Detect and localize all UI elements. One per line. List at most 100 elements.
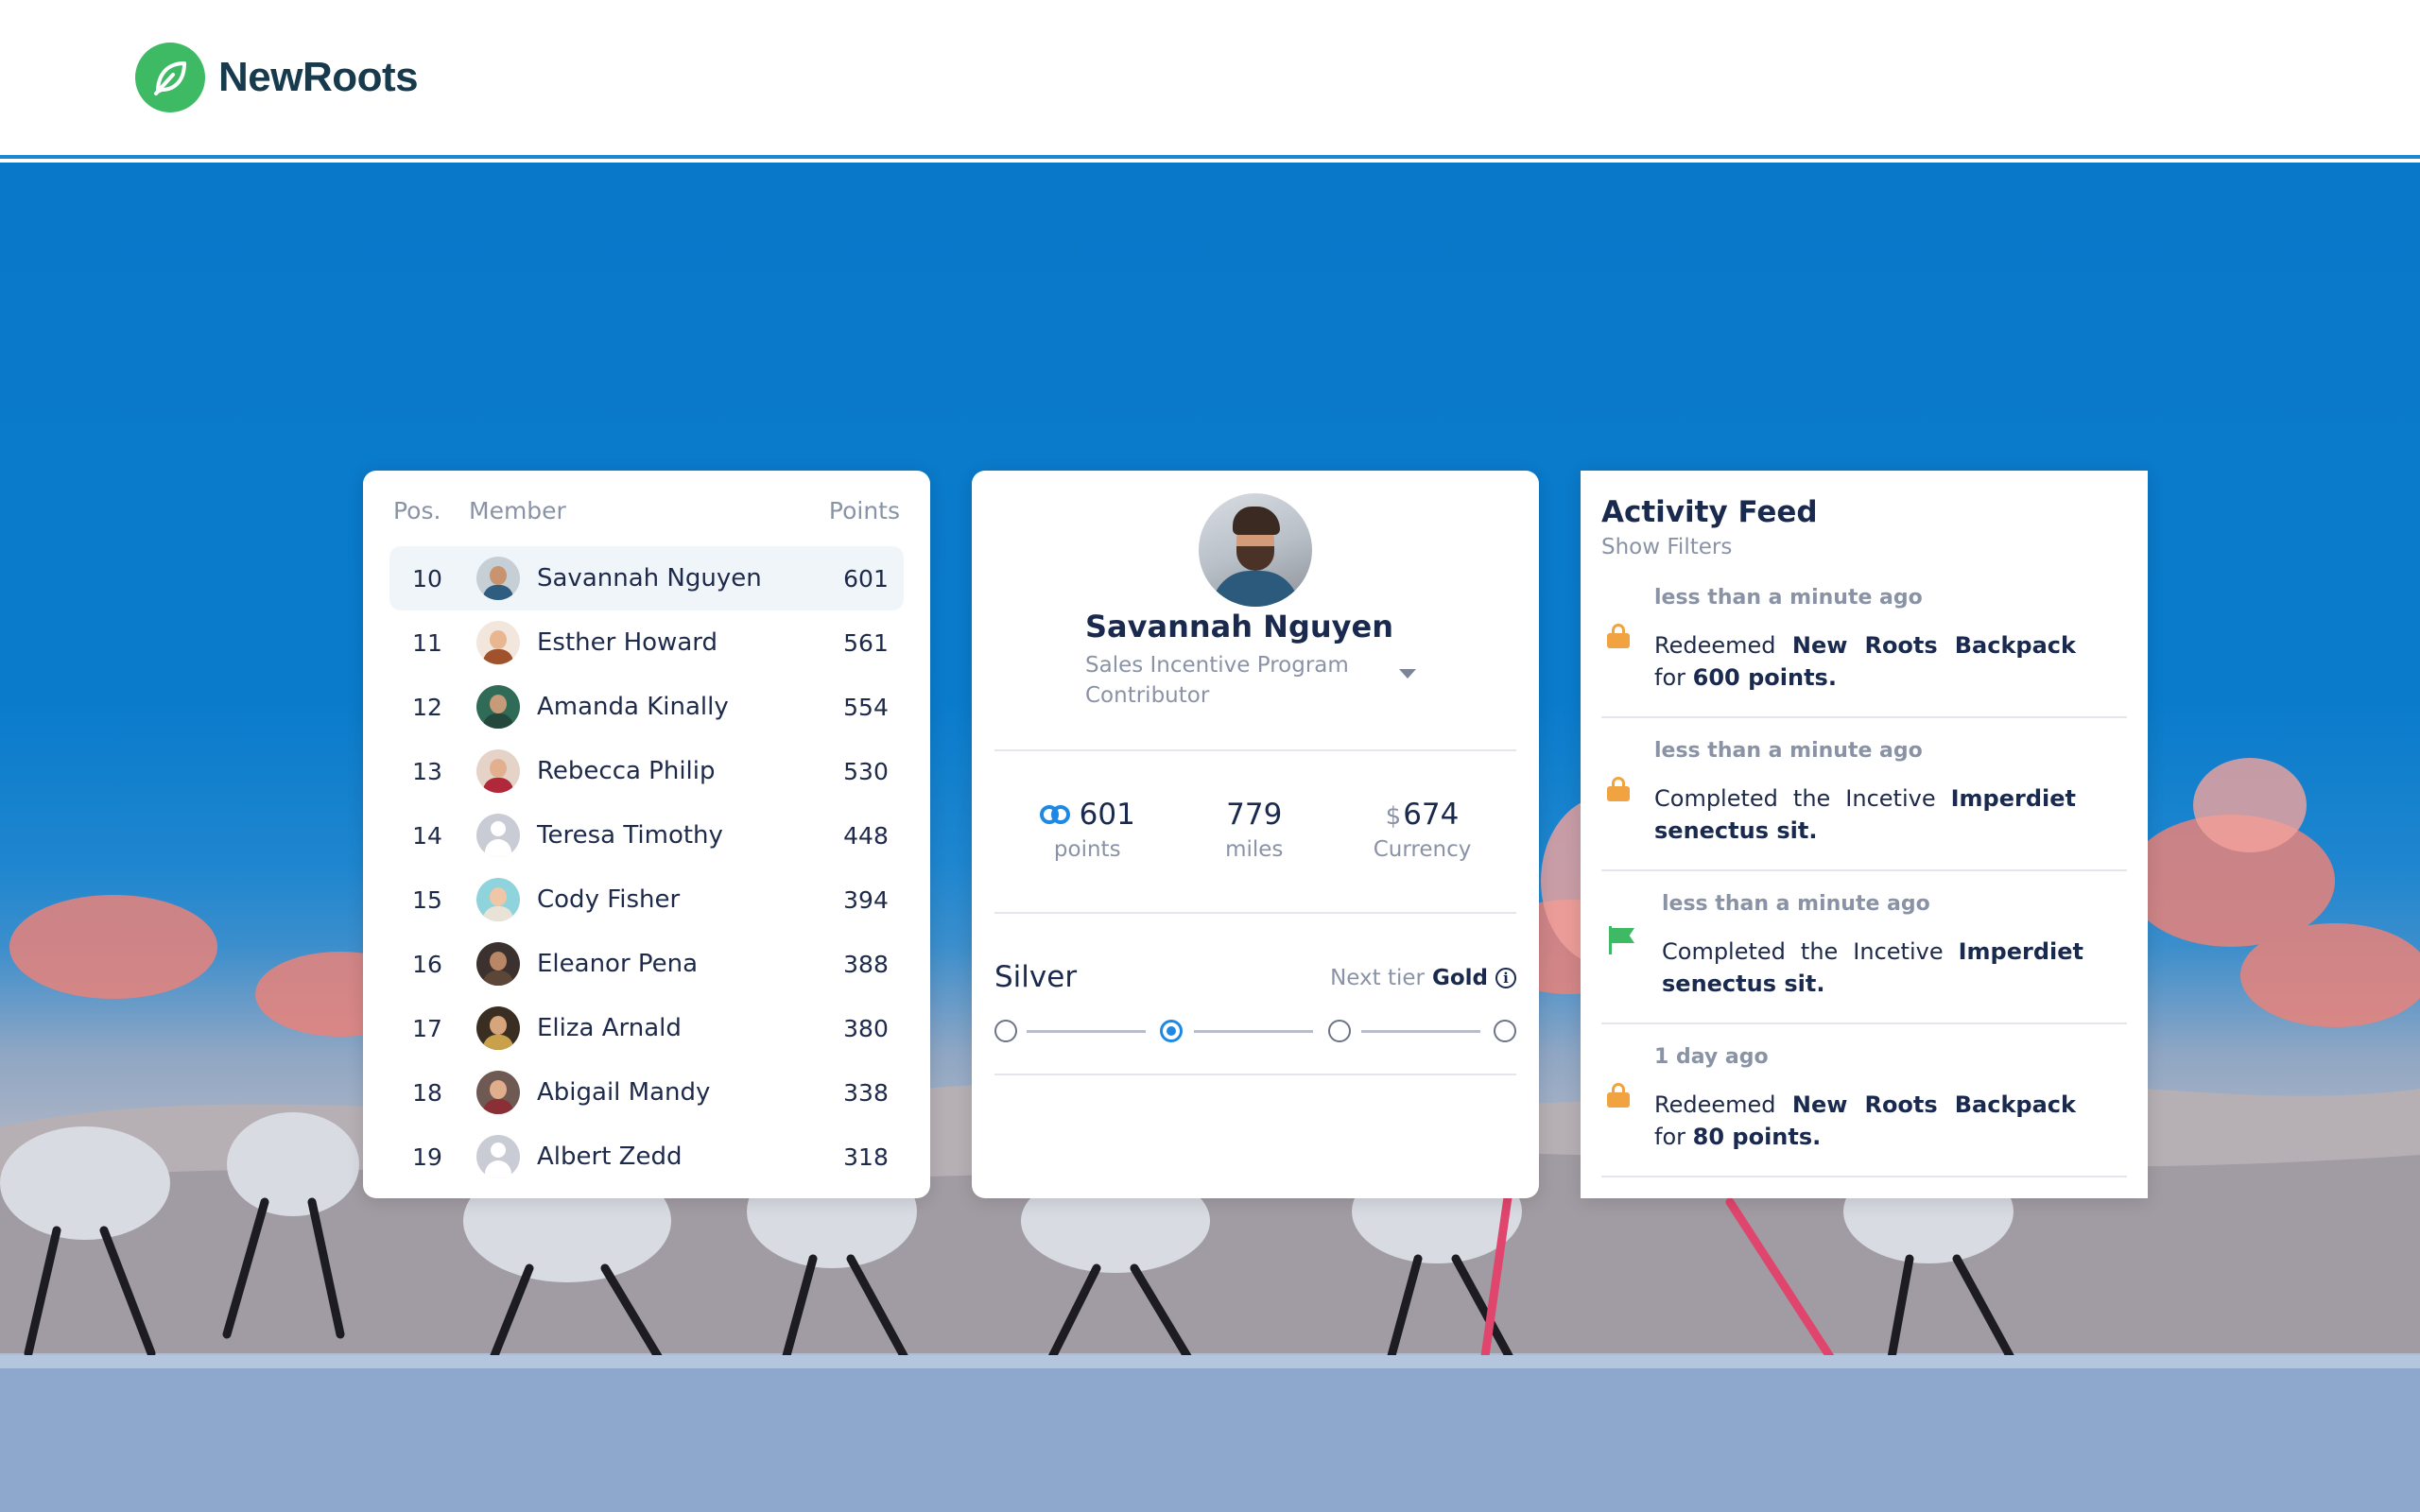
profile-card: Savannah Nguyen Sales Incentive Program … <box>972 471 1539 1198</box>
leaderboard-row[interactable]: 13 Rebecca Philip 530 <box>389 739 904 803</box>
row-points: 380 <box>843 1014 889 1042</box>
tier-connector <box>1194 1030 1313 1033</box>
stat-miles: 779 miles <box>1225 798 1283 862</box>
avatar-placeholder-icon <box>476 1135 520 1178</box>
tier-next: Next tier Gold i <box>1330 966 1516 990</box>
row-pos: 19 <box>412 1143 442 1171</box>
row-points: 448 <box>843 821 889 850</box>
avatar <box>476 685 520 729</box>
row-pos: 18 <box>412 1078 442 1107</box>
row-name: Rebecca Philip <box>537 757 716 785</box>
feed-item-time: 1 day ago <box>1654 1045 1769 1069</box>
profile-stats: 601 points 779 miles $ 674 Currency <box>994 798 1516 862</box>
feed-item-time: less than a minute ago <box>1654 739 1923 763</box>
leaderboard-header: Pos. Member Points <box>363 497 930 535</box>
brand-logo[interactable]: NewRoots <box>135 43 419 112</box>
row-name: Albert Zedd <box>537 1143 683 1171</box>
feed-title: Activity Feed <box>1601 495 1818 529</box>
feed-item: less than a minute ago Completed the Inc… <box>1601 735 2127 871</box>
tier-current: Silver <box>994 960 1078 994</box>
avatar <box>476 878 520 921</box>
feed-item: less than a minute ago Redeemed New Root… <box>1601 582 2127 718</box>
avatar <box>476 942 520 986</box>
leaderboard-row-current-user[interactable]: 10 Savannah Nguyen 601 <box>389 546 904 610</box>
tier-step <box>994 1020 1017 1042</box>
stat-currency-value: 674 <box>1403 798 1460 832</box>
tier-step-current <box>1160 1020 1183 1042</box>
stat-points: 601 points <box>1039 798 1135 862</box>
tier-progress-track <box>994 1017 1516 1045</box>
row-name: Teresa Timothy <box>537 821 723 850</box>
stat-points-value: 601 <box>1079 798 1135 832</box>
row-pos: 10 <box>412 564 442 593</box>
leaderboard-row[interactable]: 19 Albert Zedd 318 <box>389 1125 904 1189</box>
row-name: Esther Howard <box>537 628 717 657</box>
leaderboard-row[interactable]: 16 Eleanor Pena 388 <box>389 932 904 996</box>
feed-item-text: Redeemed New Roots Backpack for 80 point… <box>1654 1091 2076 1150</box>
row-pos: 17 <box>412 1014 442 1042</box>
info-icon[interactable]: i <box>1495 968 1516 988</box>
row-name: Eleanor Pena <box>537 950 699 978</box>
row-points: 338 <box>843 1078 889 1107</box>
feed-item-time: less than a minute ago <box>1654 586 1923 610</box>
tier-next-name: Gold <box>1431 966 1488 990</box>
divider <box>994 1074 1516 1075</box>
row-name: Savannah Nguyen <box>537 564 762 593</box>
divider <box>994 912 1516 914</box>
feed-item-time: less than a minute ago <box>1662 892 1930 916</box>
avatar-placeholder-icon <box>476 814 520 857</box>
leaderboard-card: Pos. Member Points 10 Savannah Nguyen 60… <box>363 471 930 1198</box>
row-points: 318 <box>843 1143 889 1171</box>
leaderboard-row[interactable]: 17 Eliza Arnald 380 <box>389 996 904 1060</box>
feed-item: 1 day ago Redeemed New Roots Backpack fo… <box>1601 1041 2127 1177</box>
lock-icon <box>1607 777 1630 801</box>
stat-points-label: points <box>1053 837 1121 862</box>
chevron-down-icon[interactable] <box>1399 669 1416 679</box>
row-pos: 15 <box>412 885 442 914</box>
stat-currency-label: Currency <box>1373 837 1472 862</box>
leaderboard-row[interactable]: 15 Cody Fisher 394 <box>389 868 904 932</box>
tier-step <box>1328 1020 1351 1042</box>
row-points: 530 <box>843 757 889 785</box>
row-pos: 14 <box>412 821 442 850</box>
avatar <box>476 557 520 600</box>
stat-currency: $ 674 Currency <box>1374 798 1472 862</box>
brand-name: NewRoots <box>218 54 419 100</box>
leaderboard-row[interactable]: 11 Esther Howard 561 <box>389 610 904 675</box>
tier-connector <box>1361 1030 1480 1033</box>
leaderboard-row[interactable]: 14 Teresa Timothy 448 <box>389 803 904 868</box>
profile-name: Savannah Nguyen <box>1085 609 1393 644</box>
avatar <box>476 1071 520 1114</box>
row-name: Amanda Kinally <box>537 693 729 721</box>
top-bar: NewRoots <box>0 0 2420 159</box>
row-points: 554 <box>843 693 889 721</box>
avatar <box>476 1006 520 1050</box>
divider <box>994 749 1516 751</box>
avatar <box>476 621 520 664</box>
row-pos: 16 <box>412 950 442 978</box>
tier-row: Silver Next tier Gold i <box>994 960 1516 998</box>
feed-item-text: Completed the Incetive Imperdiet senectu… <box>1654 785 2076 844</box>
row-name: Eliza Arnald <box>537 1014 682 1042</box>
avatar <box>476 749 520 793</box>
row-pos: 13 <box>412 757 442 785</box>
stat-miles-label: miles <box>1225 837 1284 862</box>
tier-connector <box>1027 1030 1146 1033</box>
flag-icon <box>1609 926 1635 954</box>
stat-miles-value: 779 <box>1226 798 1283 832</box>
row-points: 601 <box>843 564 889 593</box>
lock-icon <box>1607 1083 1630 1108</box>
row-points: 394 <box>843 885 889 914</box>
leaderboard-row[interactable]: 18 Abigail Mandy 338 <box>389 1060 904 1125</box>
show-filters-link[interactable]: Show Filters <box>1601 535 1732 559</box>
row-name: Cody Fisher <box>537 885 681 914</box>
feed-item: less than a minute ago Completed the Inc… <box>1601 888 2127 1024</box>
col-header-pos: Pos. <box>393 497 441 524</box>
leaf-icon <box>135 43 205 112</box>
col-header-points: Points <box>828 497 900 524</box>
tier-step <box>1494 1020 1516 1042</box>
activity-feed-card: Activity Feed Show Filters less than a m… <box>1581 471 2148 1198</box>
leaderboard-row[interactable]: 12 Amanda Kinally 554 <box>389 675 904 739</box>
tier-next-label: Next tier <box>1330 966 1425 990</box>
feed-item-text: Redeemed New Roots Backpack for 600 poin… <box>1654 632 2076 691</box>
